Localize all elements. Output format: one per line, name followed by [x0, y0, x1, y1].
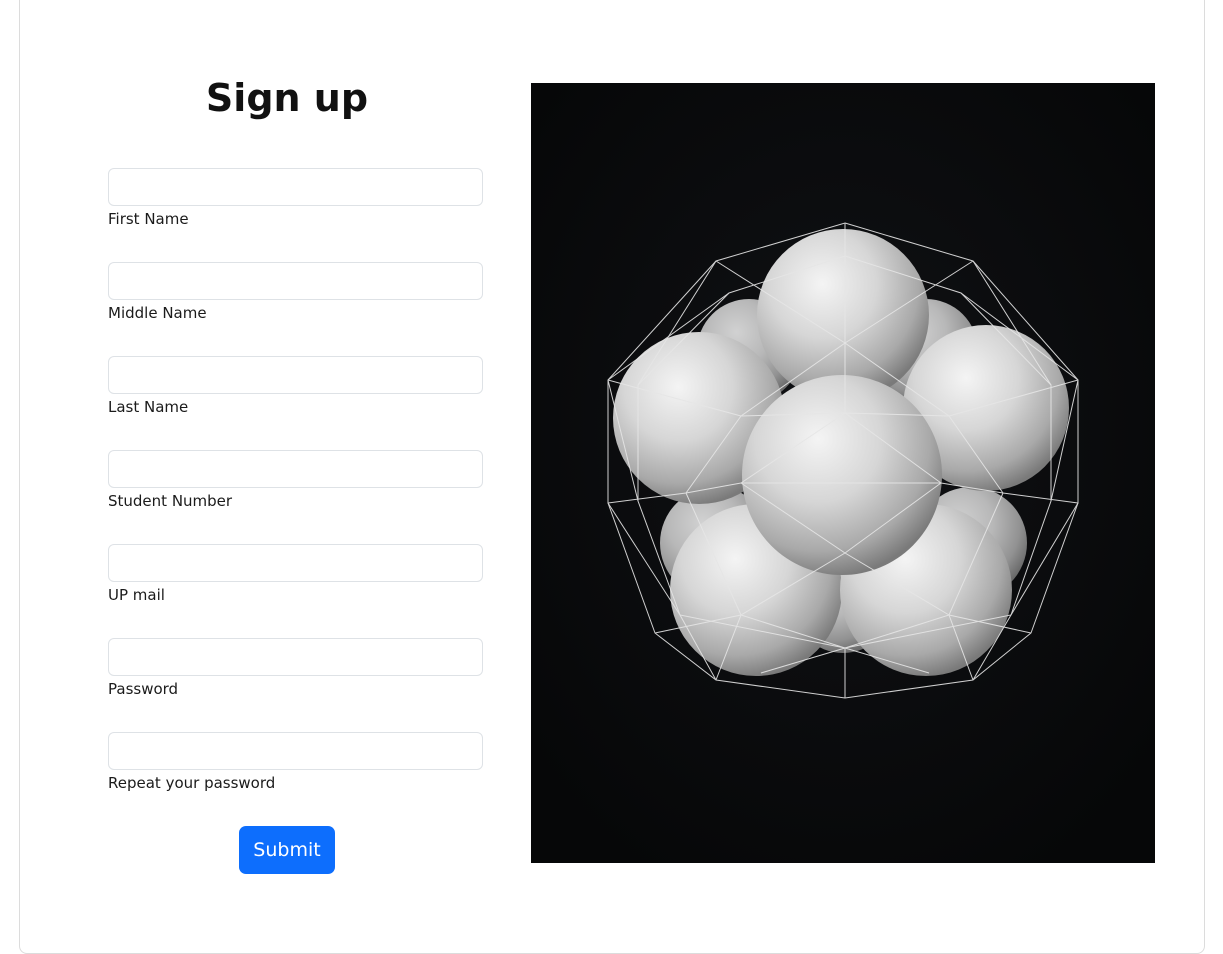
last-name-label: Last Name — [108, 398, 189, 416]
password-label: Password — [108, 680, 179, 698]
middle-name-input[interactable] — [108, 262, 483, 300]
repeat-password-group: Repeat your password — [108, 732, 483, 792]
repeat-password-input[interactable] — [108, 732, 483, 770]
up-mail-group: UP mail — [108, 544, 483, 604]
last-name-group: Last Name — [108, 356, 483, 416]
student-number-label: Student Number — [108, 492, 233, 510]
password-group: Password — [108, 638, 483, 698]
up-mail-input[interactable] — [108, 544, 483, 582]
first-name-group: First Name — [108, 168, 483, 228]
repeat-password-label: Repeat your password — [108, 774, 276, 792]
student-number-input[interactable] — [108, 450, 483, 488]
hero-image — [531, 83, 1155, 863]
last-name-input[interactable] — [108, 356, 483, 394]
sphere-cluster-illustration — [531, 83, 1155, 863]
page-title: Sign up — [205, 76, 369, 120]
middle-name-group: Middle Name — [108, 262, 483, 322]
student-number-group: Student Number — [108, 450, 483, 510]
first-name-input[interactable] — [108, 168, 483, 206]
password-input[interactable] — [108, 638, 483, 676]
submit-button[interactable]: Submit — [239, 826, 335, 874]
first-name-label: First Name — [108, 210, 189, 228]
up-mail-label: UP mail — [108, 586, 165, 604]
middle-name-label: Middle Name — [108, 304, 207, 322]
